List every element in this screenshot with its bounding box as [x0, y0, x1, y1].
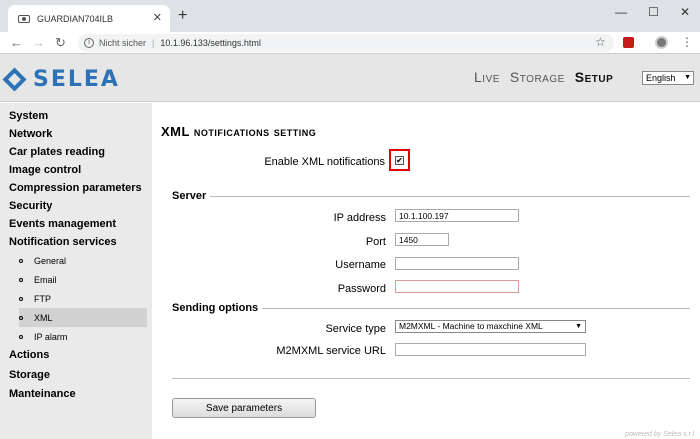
bullet-icon [19, 334, 23, 339]
minimize-icon[interactable]: — [615, 5, 627, 19]
service-url-label: M2MXML service URL [276, 345, 386, 357]
back-icon[interactable]: ← [10, 35, 23, 50]
username-label: Username [335, 259, 386, 271]
address-bar[interactable]: i Nicht sicher | 10.1.96.133/settings.ht… [78, 34, 614, 52]
password-input[interactable] [395, 280, 519, 293]
checkbox-highlight: ✔ [389, 149, 410, 171]
url-separator: | [152, 38, 155, 48]
logo-diamond-icon [2, 67, 27, 92]
profile-avatar-icon[interactable] [655, 36, 668, 49]
forward-icon[interactable]: → [32, 35, 45, 50]
window-close-icon[interactable]: ✕ [680, 5, 690, 19]
bullet-icon [19, 258, 23, 263]
logo-text: SELEA [33, 67, 120, 92]
sidebar-subitem-ftp[interactable]: FTP [19, 289, 147, 308]
ip-address-label: IP address [333, 212, 386, 224]
enable-xml-label: Enable XML notifications [264, 156, 385, 168]
sidebar-subitem-general[interactable]: General [19, 251, 147, 270]
security-label: Nicht sicher [99, 38, 147, 48]
sidebar-item-notification-services[interactable]: Notification services [9, 236, 117, 248]
sidebar-item-compression-parameters[interactable]: Compression parameters [9, 182, 142, 194]
nav-storage[interactable]: Storage [510, 69, 565, 85]
server-section-title: Server [172, 190, 211, 202]
main-content: XML notifications setting Enable XML not… [152, 103, 700, 439]
reload-icon[interactable]: ↻ [55, 35, 66, 51]
subitem-label: IP alarm [34, 331, 68, 342]
nav-live[interactable]: Live [474, 69, 500, 85]
url-text[interactable]: 10.1.96.133/settings.html [160, 38, 261, 48]
sending-options-section-title: Sending options [172, 302, 263, 314]
browser-tabbar: GUARDIAN704ILB ✕ + — ☐ ✕ [0, 0, 700, 32]
info-icon[interactable]: i [84, 38, 94, 48]
language-value: English [646, 73, 676, 83]
ip-address-input[interactable] [395, 209, 519, 222]
sidebar-item-system[interactable]: System [9, 110, 48, 122]
top-nav: Live Storage Setup [474, 69, 613, 85]
password-label: Password [337, 283, 386, 295]
sidebar-item-security[interactable]: Security [9, 200, 52, 212]
camera-favicon-icon [18, 14, 30, 23]
username-input[interactable] [395, 257, 519, 270]
sidebar-item-image-control[interactable]: Image control [9, 164, 81, 176]
sidebar: System Network Car plates reading Image … [0, 103, 152, 439]
page-title: XML notifications setting [161, 124, 317, 139]
port-input[interactable] [395, 233, 449, 246]
tab-title: GUARDIAN704ILB [37, 13, 114, 24]
subitem-label: General [34, 255, 67, 266]
browser-toolbar: ← → ↻ i Nicht sicher | 10.1.96.133/setti… [0, 32, 700, 54]
port-label: Port [365, 236, 386, 248]
bullet-icon [19, 296, 23, 301]
service-type-value: M2MXML - Machine to maxchine XML [399, 321, 543, 331]
browser-tab[interactable]: GUARDIAN704ILB ✕ [8, 5, 170, 32]
sidebar-subitem-ip-alarm[interactable]: IP alarm [19, 327, 147, 346]
powered-by-text: powered by Selea s.r.l. [625, 431, 696, 438]
service-type-select[interactable]: M2MXML - Machine to maxchine XML ▼ [395, 320, 586, 333]
service-type-label: Service type [325, 323, 386, 335]
language-select[interactable]: English ▼ [642, 71, 694, 85]
dropdown-arrow-icon: ▼ [575, 323, 582, 330]
divider [172, 378, 690, 379]
service-url-input[interactable] [395, 343, 586, 356]
dropdown-arrow-icon: ▼ [684, 74, 691, 81]
sidebar-item-storage[interactable]: Storage [9, 369, 50, 381]
save-parameters-button[interactable]: Save parameters [172, 398, 316, 418]
enable-xml-checkbox[interactable]: ✔ [395, 156, 404, 165]
sidebar-item-network[interactable]: Network [9, 128, 52, 140]
ublock-extension-icon[interactable] [623, 37, 634, 48]
tab-close-icon[interactable]: ✕ [153, 11, 162, 24]
sidebar-subitem-xml[interactable]: XML [19, 308, 147, 327]
bullet-icon [19, 277, 23, 282]
selea-logo: SELEA [2, 67, 120, 92]
subitem-label: Email [34, 274, 57, 285]
nav-setup[interactable]: Setup [575, 69, 614, 85]
browser-menu-icon[interactable]: ⋮ [681, 35, 693, 49]
sidebar-item-car-plates-reading[interactable]: Car plates reading [9, 146, 105, 158]
maximize-icon[interactable]: ☐ [648, 5, 659, 19]
divider [172, 196, 690, 197]
sidebar-subitem-email[interactable]: Email [19, 270, 147, 289]
app-header: SELEA Live Storage Setup English ▼ [0, 54, 700, 102]
subitem-label: FTP [34, 293, 51, 304]
bullet-icon [19, 315, 23, 320]
new-tab-icon[interactable]: + [178, 7, 187, 25]
sidebar-item-manteinance[interactable]: Manteinance [9, 388, 76, 400]
bookmark-star-icon[interactable]: ☆ [595, 35, 606, 49]
sidebar-item-actions[interactable]: Actions [9, 349, 49, 361]
subitem-label: XML [34, 312, 53, 323]
sidebar-item-events-management[interactable]: Events management [9, 218, 116, 230]
